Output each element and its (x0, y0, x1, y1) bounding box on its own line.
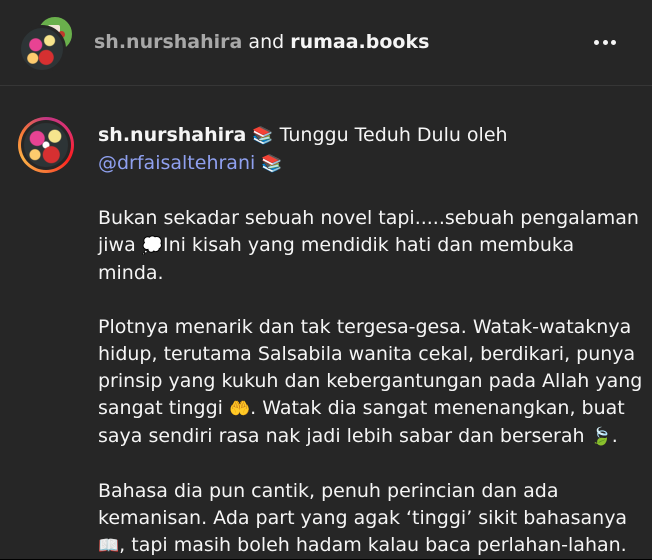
caption-username[interactable]: sh.nurshahira (98, 124, 246, 146)
caption-text: Plotnya menarik dan tak tergesa-gesa. Wa… (98, 316, 632, 338)
header-title: sh.nurshahira and rumaa.books (94, 31, 429, 53)
caption-text: saya sendiri rasa nak jadi lebih sabar d… (98, 425, 585, 447)
hands-emoji: 🤲 (229, 399, 251, 419)
caption-title: Tunggu Teduh Dulu oleh (279, 124, 508, 146)
caption-text: , tapi masih boleh hadam kalau baca perl… (119, 534, 627, 556)
caption-text: kemanisan. Ada part yang agak ‘tinggi’ s… (98, 507, 628, 529)
caption-text: Ini kisah yang mendidik hati dan membuka (162, 234, 575, 256)
post-content: sh.nurshahira 📚 Tunggu Teduh Dulu oleh @… (0, 86, 652, 559)
caption-text: hidup, terutama Salsabila wanita cekal, … (98, 343, 636, 365)
books-emoji-2: 📚 (261, 154, 283, 174)
caption-text: Bahasa dia pun cantik, penuh perincian d… (98, 480, 559, 502)
header-username-1[interactable]: sh.nurshahira (94, 31, 242, 53)
header-conjunction: and (248, 31, 285, 53)
caption-text: . (611, 425, 618, 447)
open-book-emoji: 📖 (98, 536, 120, 556)
more-horizontal-icon[interactable] (594, 30, 616, 54)
post-header: sh.nurshahira and rumaa.books (0, 0, 652, 86)
caption-text: jiwa (98, 234, 136, 256)
caption-text: Bukan sekadar sebuah novel tapi.....sebu… (98, 207, 639, 229)
caption-text: . Watak dia sangat menenangkan, buat (250, 397, 625, 419)
caption-text: sangat tinggi (98, 397, 223, 419)
mention-link[interactable]: @drfaisaltehrani (98, 152, 255, 174)
leaf-emoji: 🍃 (590, 427, 612, 447)
header-username-2[interactable]: rumaa.books (290, 31, 429, 53)
avatar-sh-nurshahira[interactable] (18, 25, 66, 73)
caption-text: prinsip yang kukuh dan kebergantungan pa… (98, 370, 643, 392)
post-caption: sh.nurshahira 📚 Tunggu Teduh Dulu oleh @… (98, 122, 643, 560)
thought-bubble-emoji: 💭 (141, 236, 163, 256)
caption-text: minda. (98, 262, 164, 284)
post-avatar[interactable] (18, 117, 74, 173)
books-emoji: 📚 (252, 126, 274, 146)
collab-avatars[interactable] (18, 15, 74, 73)
